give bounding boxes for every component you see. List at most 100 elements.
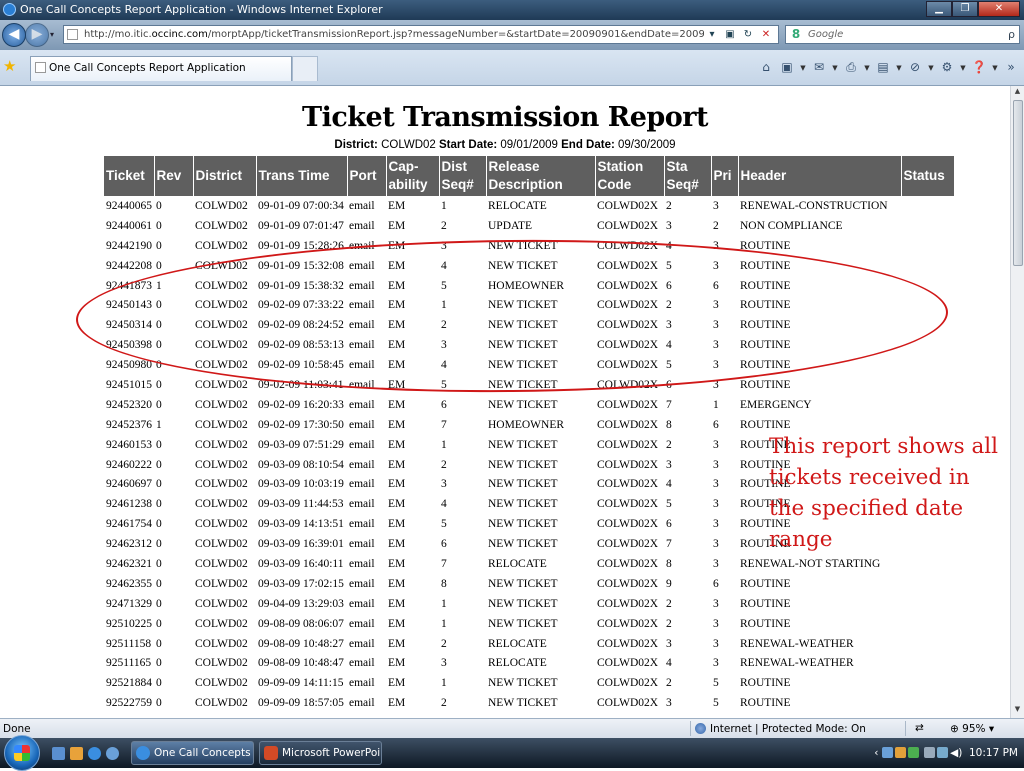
table-cell: NEW TICKET <box>488 597 558 610</box>
table-cell: 2 <box>666 617 672 630</box>
home-icon[interactable]: ⌂ <box>757 60 775 76</box>
table-cell: 92442190 <box>106 239 152 252</box>
table-cell: 09-08-09 10:48:27 <box>258 637 344 650</box>
table-cell: COLWD02 <box>195 657 248 670</box>
tools-icon[interactable]: ⚙ <box>938 60 956 76</box>
mail-icon[interactable]: ✉ <box>810 60 828 76</box>
table-cell: COLWD02X <box>597 518 659 531</box>
chevron-down-icon[interactable]: ▼ <box>959 60 967 76</box>
table-cell: email <box>349 657 375 670</box>
chevron-down-icon[interactable]: ▼ <box>895 60 903 76</box>
zone-settings-icon[interactable]: ⇄ <box>915 722 924 734</box>
print-icon[interactable]: ⎙ <box>842 60 860 76</box>
table-cell: COLWD02X <box>597 498 659 511</box>
table-cell: EM <box>388 438 406 451</box>
safety-icon[interactable]: ⊘ <box>906 60 924 76</box>
table-cell: 92511158 <box>106 637 152 650</box>
table-cell: email <box>349 438 375 451</box>
table-cell: 6 <box>441 398 447 411</box>
search-box[interactable]: 8 Google ρ <box>785 25 1020 44</box>
table-cell: 3 <box>713 458 719 471</box>
zoom-level[interactable]: ⊕ 95% ▾ <box>950 723 994 735</box>
chevron-down-icon[interactable]: ▼ <box>831 60 839 76</box>
table-cell: 2 <box>441 697 447 710</box>
table-cell: 7 <box>666 398 672 411</box>
table-cell: 92521884 <box>106 677 152 690</box>
close-button[interactable]: ✕ <box>978 1 1020 17</box>
table-cell: 09-03-09 08:10:54 <box>258 458 344 471</box>
status-bar: Done Internet | Protected Mode: On ⇄ ⊕ 9… <box>0 718 1024 738</box>
new-tab-button[interactable] <box>292 56 318 81</box>
table-row: 92462355 0 COLWD02 09-03-09 17:02:15 email EM… <box>104 574 954 594</box>
stop-icon[interactable]: ✕ <box>758 27 774 42</box>
table-cell: 2 <box>666 597 672 610</box>
table-cell: 09-03-09 16:39:01 <box>258 538 344 551</box>
table-row: 92440061 0 COLWD02 09-01-09 07:01:47 email EM… <box>104 216 954 236</box>
forward-button[interactable]: ▶ <box>25 23 49 47</box>
security-zone[interactable]: Internet | Protected Mode: On <box>695 723 866 735</box>
chevron-down-icon[interactable]: ▼ <box>927 60 935 76</box>
maximize-button[interactable]: ❐ <box>952 1 978 17</box>
address-bar[interactable]: http://mo.itic.occinc.com/morptApp/ticke… <box>63 25 779 44</box>
help-icon[interactable]: ❓ <box>970 60 988 76</box>
table-cell: COLWD02 <box>195 518 248 531</box>
scrollbar-thumb[interactable] <box>1013 100 1023 266</box>
table-cell: COLWD02X <box>597 657 659 670</box>
table-cell: 92452376 <box>106 418 152 431</box>
volume-icon[interactable]: ◀) <box>950 747 962 759</box>
taskbar-powerpoint-window[interactable]: Microsoft PowerPoi... <box>259 741 382 765</box>
table-cell: NEW TICKET <box>488 498 558 511</box>
back-button[interactable]: ◀ <box>2 23 26 47</box>
search-icon[interactable]: ρ <box>1008 28 1015 41</box>
internet-explorer-icon[interactable] <box>88 747 101 760</box>
recent-pages-dropdown[interactable]: ▾ <box>50 30 54 39</box>
vertical-scrollbar[interactable]: ▲ ▼ <box>1010 86 1024 718</box>
table-cell: 7 <box>666 538 672 551</box>
feeds-icon[interactable]: ▣ <box>778 60 796 76</box>
table-cell: 0 <box>156 597 162 610</box>
network-tray-icon[interactable] <box>881 747 893 758</box>
scroll-down-arrow-icon[interactable]: ▼ <box>1011 705 1024 717</box>
start-date-value: 09/01/2009 <box>500 139 558 151</box>
scroll-up-arrow-icon[interactable]: ▲ <box>1011 87 1024 99</box>
tab-active[interactable]: One Call Concepts Report Application <box>30 56 292 81</box>
compatibility-view-icon[interactable]: ▣ <box>722 27 738 42</box>
column-header: Station Code <box>595 156 665 196</box>
media-player-icon[interactable] <box>106 747 119 760</box>
start-button[interactable] <box>4 735 40 771</box>
more-commands-icon[interactable]: » <box>1002 60 1020 76</box>
table-cell: COLWD02X <box>597 557 659 570</box>
table-cell: 09-02-09 17:30:50 <box>258 418 344 431</box>
update-tray-icon[interactable] <box>907 747 919 758</box>
address-dropdown-icon[interactable]: ▾ <box>704 27 720 42</box>
clock[interactable]: 10:17 PM <box>969 747 1018 759</box>
table-cell: COLWD02X <box>597 597 659 610</box>
favorites-star-icon[interactable]: ★ <box>3 57 16 75</box>
tray-expand-icon[interactable]: ‹ <box>874 747 878 759</box>
security-tray-icon[interactable] <box>894 747 906 758</box>
table-cell: ROUTINE <box>740 677 791 690</box>
chevron-down-icon[interactable]: ▼ <box>799 60 807 76</box>
table-cell: 5 <box>666 498 672 511</box>
connection-tray-icon[interactable] <box>937 747 949 758</box>
table-cell: 6 <box>713 577 719 590</box>
page-icon[interactable]: ▤ <box>874 60 892 76</box>
taskbar-ie-window[interactable]: One Call Concepts ... <box>131 741 254 765</box>
chevron-down-icon[interactable]: ▼ <box>991 60 999 76</box>
minimize-button[interactable]: ▁ <box>926 1 952 17</box>
show-desktop-icon[interactable] <box>52 747 65 760</box>
window-title-bar[interactable]: One Call Concepts Report Application - W… <box>0 0 1024 20</box>
table-cell: 5 <box>713 677 719 690</box>
address-url[interactable]: http://mo.itic.occinc.com/morptApp/ticke… <box>84 29 704 40</box>
end-date-label: End Date: <box>561 139 615 151</box>
table-cell: email <box>349 557 375 570</box>
search-input[interactable]: Google <box>808 29 843 40</box>
table-cell: 92452320 <box>106 398 152 411</box>
refresh-icon[interactable]: ↻ <box>740 27 756 42</box>
report-title: Ticket Transmission Report <box>302 102 708 133</box>
table-cell: 2 <box>666 199 672 212</box>
display-tray-icon[interactable] <box>924 747 936 758</box>
chevron-down-icon[interactable]: ▼ <box>863 60 871 76</box>
table-cell: 9 <box>666 577 672 590</box>
explorer-icon[interactable] <box>70 747 83 760</box>
